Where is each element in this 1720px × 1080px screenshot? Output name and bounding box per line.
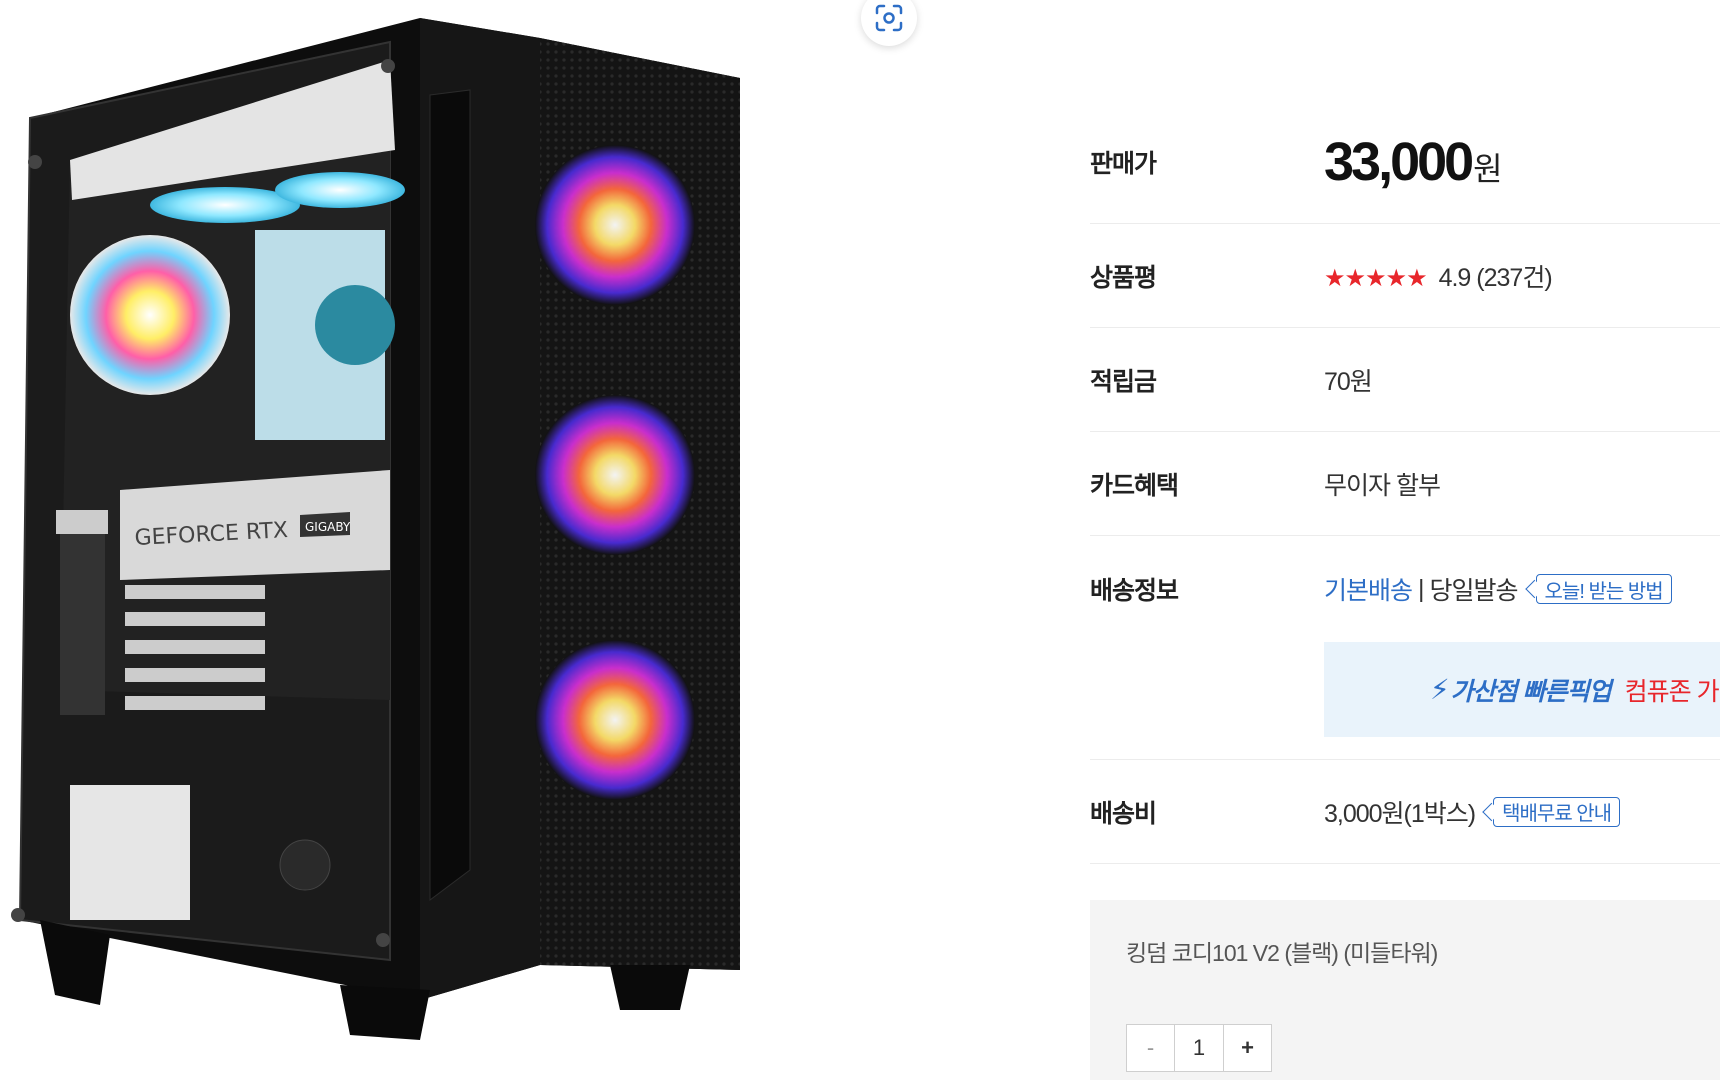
pickup-desc: 컴퓨존 가 bbox=[1624, 677, 1720, 706]
price-row: 판매가 33,000원 bbox=[1090, 100, 1720, 224]
quantity-input[interactable]: 1 bbox=[1175, 1025, 1223, 1071]
rating-stars: ★★★★★ bbox=[1324, 264, 1428, 292]
shipping-same-day: 당일발송 bbox=[1429, 577, 1519, 605]
card-benefit-row: 카드혜택 무이자 할부 bbox=[1090, 432, 1720, 536]
shipping-fee-value: 3,000원(1박스) bbox=[1324, 799, 1476, 828]
option-name: 킹덤 코디101 V2 (블랙) (미들타워) bbox=[1126, 940, 1438, 966]
price-amount: 33,000 bbox=[1324, 131, 1474, 192]
quantity-decrease-button[interactable]: - bbox=[1127, 1025, 1175, 1071]
pc-case-illustration: GEFORCE RTX GIGABY bbox=[11, 18, 740, 1040]
svg-text:GIGABY: GIGABY bbox=[305, 520, 351, 534]
quick-pickup-banner[interactable]: ⚡ 가산점 빠른픽업 컴퓨존 가 bbox=[1324, 642, 1720, 737]
shipping-label: 배송정보 bbox=[1090, 577, 1179, 605]
price-unit: 원 bbox=[1473, 150, 1502, 187]
lightning-icon: ⚡ bbox=[1430, 674, 1450, 705]
card-benefit-label: 카드혜택 bbox=[1090, 471, 1179, 500]
review-label: 상품평 bbox=[1090, 263, 1157, 292]
shipping-fee-label: 배송비 bbox=[1090, 799, 1157, 828]
price-label: 판매가 bbox=[1090, 149, 1157, 178]
quantity-stepper: - 1 + bbox=[1126, 1024, 1272, 1072]
today-delivery-link[interactable]: 오늘! 받는 방법 bbox=[1535, 574, 1672, 604]
card-benefit-value: 무이자 할부 bbox=[1324, 471, 1441, 500]
product-info-panel: 판매가 33,000원 상품평 ★★★★★ 4.9 (237건) 적립금 70원 … bbox=[1090, 100, 1720, 864]
points-value: 70원 bbox=[1324, 367, 1373, 396]
pickup-name: 가산점 빠른픽업 bbox=[1450, 677, 1612, 706]
points-label: 적립금 bbox=[1090, 367, 1157, 396]
shipping-fee-row: 배송비 3,000원(1박스) 택배무료 안내 bbox=[1090, 760, 1720, 864]
review-row: 상품평 ★★★★★ 4.9 (237건) bbox=[1090, 224, 1720, 328]
shipping-separator: | bbox=[1418, 574, 1424, 603]
review-score-link[interactable]: 4.9 (237건) bbox=[1439, 264, 1553, 292]
shipping-row: 배송정보 기본배송 | 당일발송 오늘! 받는 방법 ⚡ 가산점 빠른픽업 컴퓨존 … bbox=[1090, 536, 1720, 760]
scan-icon bbox=[875, 4, 903, 32]
visual-search-button[interactable] bbox=[861, 0, 917, 46]
free-shipping-link[interactable]: 택배무료 안내 bbox=[1493, 796, 1621, 827]
shipping-basic: 기본배송 bbox=[1324, 577, 1413, 605]
quantity-increase-button[interactable]: + bbox=[1223, 1025, 1271, 1071]
product-image: GEFORCE RTX GIGABY bbox=[0, 0, 800, 1080]
points-row: 적립금 70원 bbox=[1090, 328, 1720, 432]
selected-option-box: 킹덤 코디101 V2 (블랙) (미들타워) - 1 + bbox=[1090, 900, 1720, 1080]
